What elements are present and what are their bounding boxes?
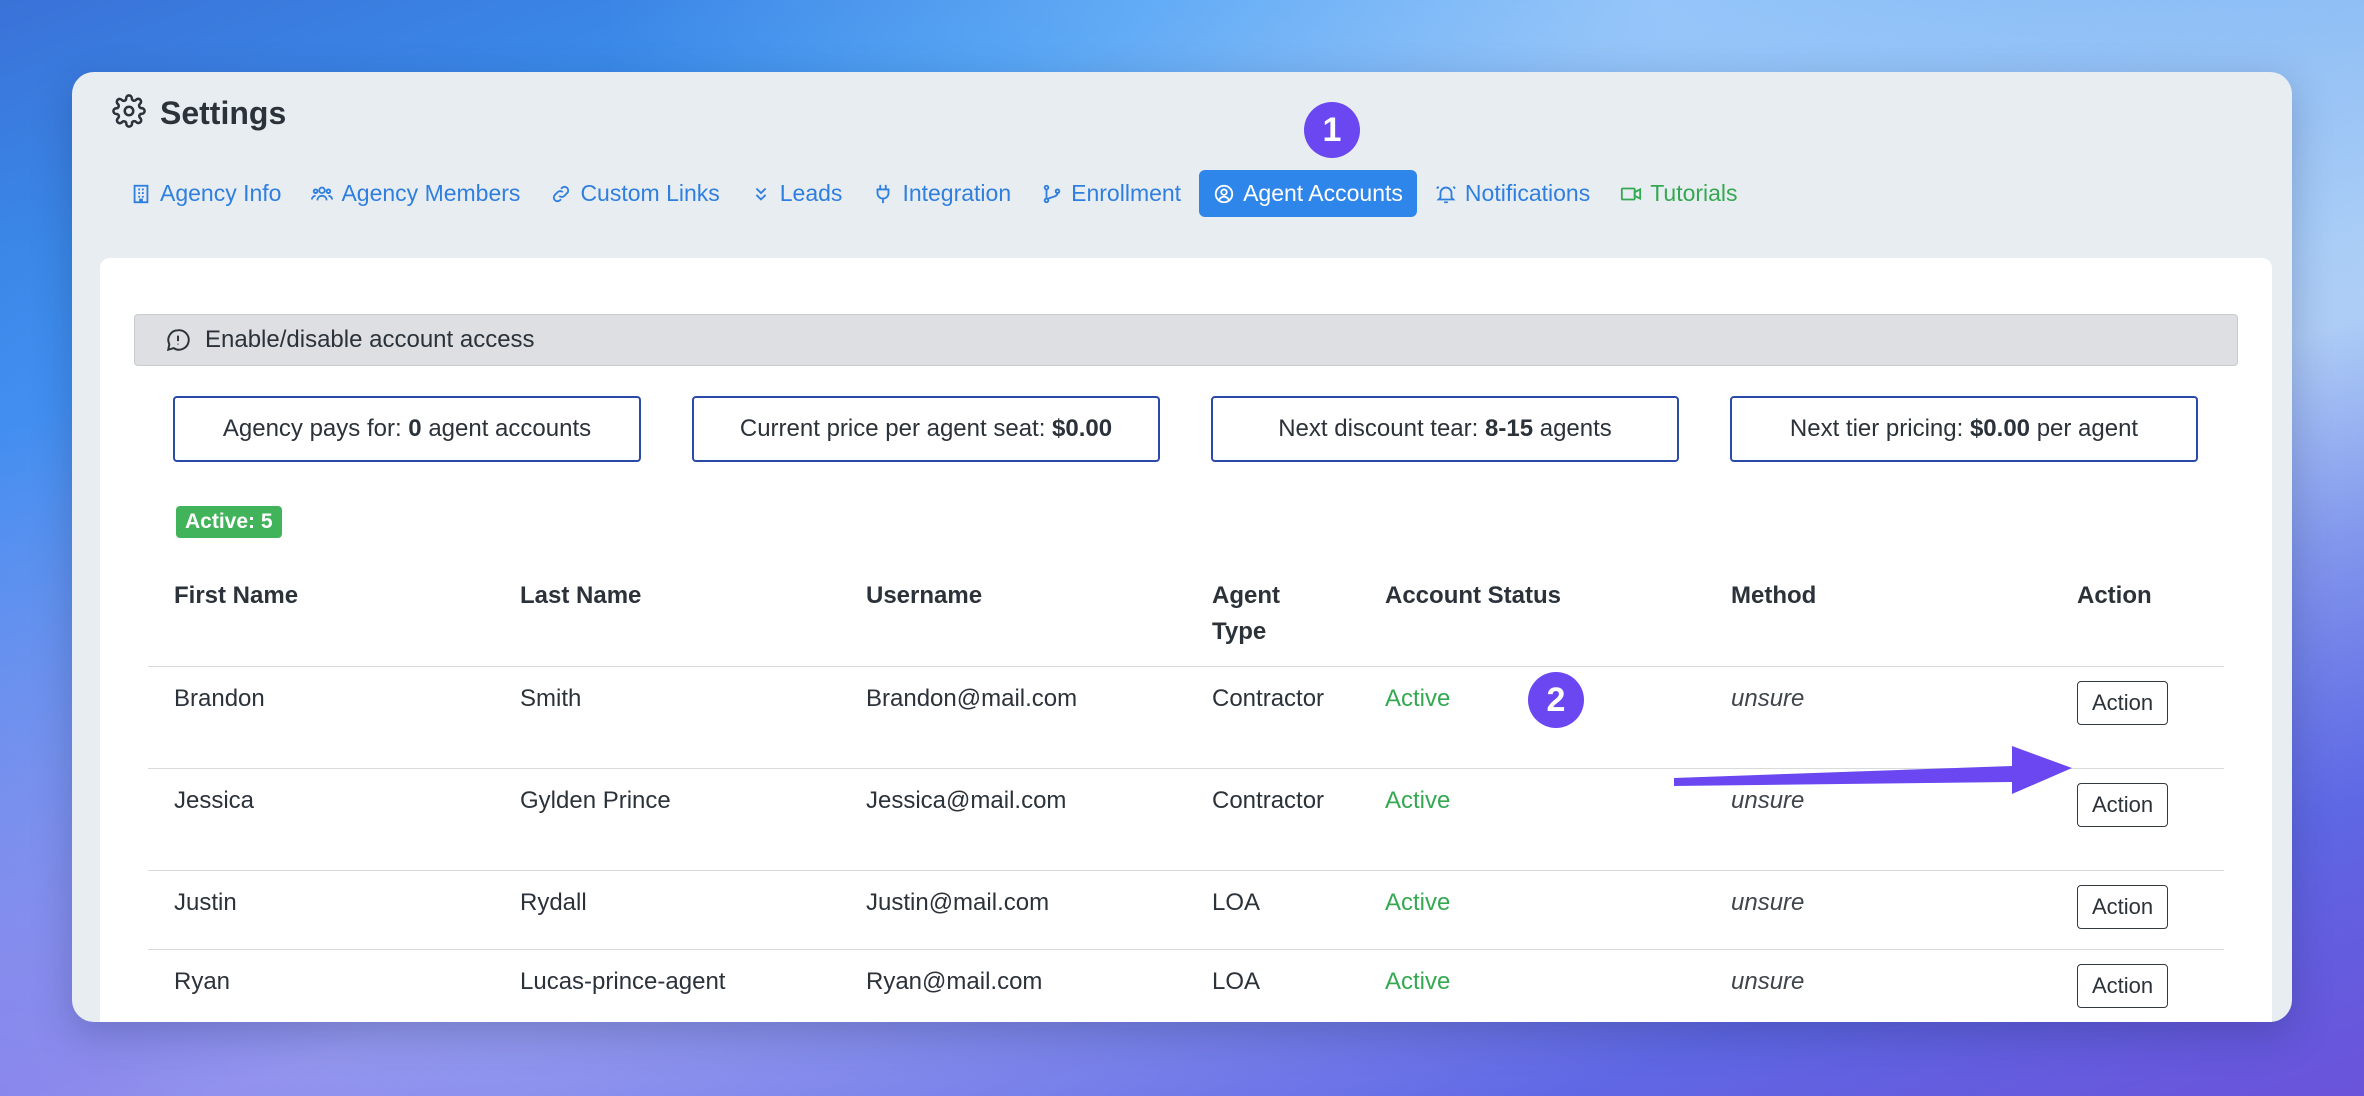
- tab-agency-info[interactable]: Agency Info: [118, 172, 293, 215]
- settings-window: Settings Agency Info Agency Members Cust…: [72, 72, 2292, 1022]
- stat-value: $0.00: [1969, 415, 2031, 442]
- tab-label: Agency Members: [341, 180, 521, 206]
- bell-icon: [1436, 185, 1456, 203]
- tab-tutorials[interactable]: Tutorials: [1608, 172, 1749, 215]
- action-button[interactable]: Action: [2077, 964, 2169, 1008]
- git-branch-icon: [1043, 184, 1061, 203]
- cell-username: Justin@mail.com: [840, 870, 1186, 950]
- tab-agent-accounts[interactable]: Agent Accounts: [1199, 170, 1417, 217]
- column-header-username[interactable]: Username: [840, 568, 1186, 667]
- tab-label: Integration: [902, 180, 1012, 206]
- tab-integration[interactable]: Integration: [860, 172, 1023, 215]
- cell-last-name: Gylden Prince: [494, 768, 840, 871]
- step-2-annotation: 2: [1528, 672, 1584, 728]
- stat-suffix: agents: [1539, 415, 1612, 442]
- tab-label: Enrollment: [1071, 180, 1182, 206]
- info-bar: Enable/disable account access: [134, 314, 2238, 366]
- tab-leads[interactable]: Leads: [738, 172, 855, 215]
- stat-prefix: Current price per agent seat:: [739, 415, 1046, 442]
- cell-first-name: Brandon: [148, 666, 494, 769]
- cell-last-name: Rydall: [494, 870, 840, 950]
- cell-action: Action: [2051, 949, 2224, 1022]
- stat-agency-pays: Agency pays for: 0 agent accounts: [173, 396, 641, 462]
- tab-label: Notifications: [1464, 180, 1591, 206]
- column-header-agent-type[interactable]: Agent Type: [1186, 568, 1359, 667]
- tab-label: Agency Info: [160, 180, 282, 206]
- cell-agent-type: Contractor: [1186, 768, 1359, 871]
- action-button[interactable]: Action: [2077, 681, 2169, 725]
- tab-label: Custom Links: [580, 180, 720, 206]
- link-icon: [553, 185, 570, 202]
- tab-custom-links[interactable]: Custom Links: [538, 172, 731, 215]
- table-row: Justin Rydall Justin@mail.com LOA Active…: [148, 870, 2224, 950]
- cell-first-name: Ryan: [148, 949, 494, 1022]
- column-header-account-status[interactable]: Account Status: [1359, 568, 1705, 667]
- stat-next-tier: Next tier pricing: $0.00 per agent: [1730, 396, 2198, 462]
- tab-notifications[interactable]: Notifications: [1423, 172, 1602, 215]
- stat-value: 8-15: [1485, 415, 1534, 442]
- tab-agency-members[interactable]: Agency Members: [299, 172, 532, 215]
- cell-username: Ryan@mail.com: [840, 949, 1186, 1022]
- title-row: Settings: [112, 94, 286, 133]
- action-button[interactable]: Action: [2077, 885, 2169, 929]
- cell-method: unsure: [1705, 870, 2051, 950]
- settings-tabs: Agency Info Agency Members Custom Links …: [118, 170, 1750, 217]
- stat-current-price: Current price per agent seat: $0.00: [692, 396, 1160, 462]
- info-bar-text: Enable/disable account access: [205, 326, 535, 353]
- cell-account-status: Active: [1359, 768, 1705, 871]
- column-header-action: Action: [2077, 582, 2152, 609]
- cell-last-name: Smith: [494, 666, 840, 769]
- cell-account-status: Active: [1359, 666, 1705, 769]
- active-count-badge: Active: 5: [176, 506, 282, 538]
- gear-icon: [112, 94, 146, 133]
- stat-value: 0: [408, 415, 422, 442]
- chevrons-down-icon: [755, 187, 766, 201]
- page-title: Settings: [160, 95, 287, 131]
- chat-bubble-icon: [166, 329, 190, 352]
- cell-username: Jessica@mail.com: [840, 768, 1186, 871]
- cell-agent-type: Contractor: [1186, 666, 1359, 769]
- cell-agent-type: LOA: [1186, 949, 1359, 1022]
- table-row: Ryan Lucas-prince-agent Ryan@mail.com LO…: [148, 949, 2224, 1022]
- column-header-last-name[interactable]: Last Name: [494, 568, 840, 667]
- cell-username: Brandon@mail.com: [840, 666, 1186, 769]
- user-circle-icon: [1214, 184, 1234, 203]
- stat-value: $0.00: [1052, 415, 1113, 442]
- cell-account-status: Active: [1359, 949, 1705, 1022]
- video-icon: [1621, 187, 1642, 200]
- arrow-annotation: [1674, 746, 2072, 794]
- users-icon: [311, 186, 334, 200]
- column-header-method[interactable]: Method: [1705, 568, 2051, 667]
- building-icon: [133, 184, 149, 203]
- tab-label: Agent Accounts: [1243, 180, 1403, 206]
- tab-label: Leads: [779, 180, 843, 206]
- stat-prefix: Next tier pricing:: [1789, 415, 1964, 442]
- stat-next-discount: Next discount tear: 8-15 agents: [1211, 396, 1679, 462]
- stat-prefix: Next discount tear:: [1278, 415, 1479, 442]
- step-1-annotation: 1: [1304, 102, 1360, 158]
- cell-account-status: Active: [1359, 870, 1705, 950]
- plug-icon: [877, 184, 890, 203]
- cell-first-name: Jessica: [148, 768, 494, 871]
- stat-prefix: Agency pays for:: [222, 415, 402, 442]
- column-header-first-name[interactable]: First Name: [148, 568, 494, 667]
- table-header-row: First Name Last Name Username Agent Type…: [148, 568, 2224, 667]
- cell-first-name: Justin: [148, 870, 494, 950]
- cell-method: unsure: [1705, 949, 2051, 1022]
- agent-accounts-panel: Enable/disable account access Agency pay…: [100, 258, 2272, 1022]
- stat-suffix: agent accounts: [428, 415, 592, 442]
- cell-agent-type: LOA: [1186, 870, 1359, 950]
- cell-last-name: Lucas-prince-agent: [494, 949, 840, 1022]
- tab-label: Tutorials: [1650, 180, 1738, 206]
- tab-enrollment[interactable]: Enrollment: [1029, 172, 1193, 215]
- cell-action: Action: [2051, 870, 2224, 950]
- stat-suffix: per agent: [2036, 415, 2139, 442]
